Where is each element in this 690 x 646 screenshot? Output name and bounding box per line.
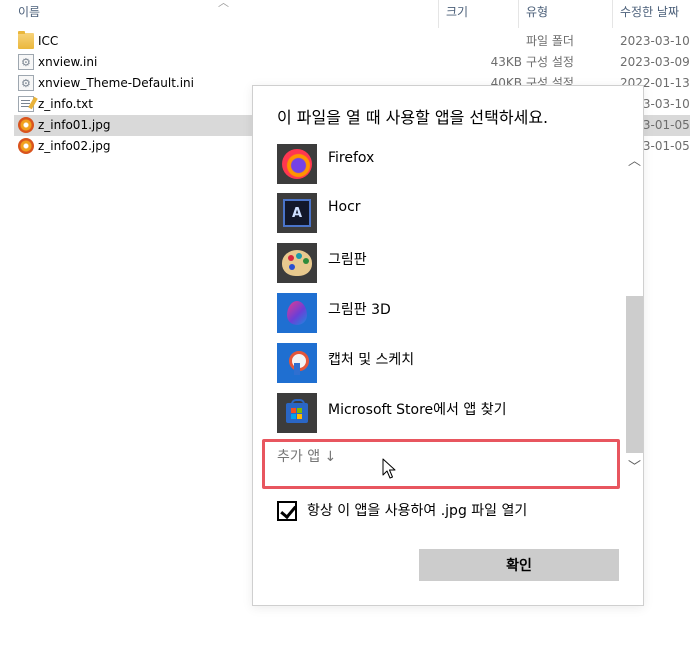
app-item-paint-3d[interactable]: 그림판 3D: [253, 293, 623, 343]
app-item-snip-sketch[interactable]: 캡처 및 스케치: [253, 343, 623, 393]
column-header-size[interactable]: 크기: [446, 0, 468, 28]
app-item-firefox[interactable]: Firefox: [253, 144, 623, 194]
app-item-hocr[interactable]: A Hocr: [253, 193, 623, 243]
paint-icon: [277, 243, 317, 283]
file-date: 2023-03-10: [620, 34, 690, 48]
column-header-date[interactable]: 수정한 날짜: [620, 0, 679, 28]
snip-sketch-icon: [277, 343, 317, 383]
jpg-file-icon: [18, 117, 34, 133]
app-list: Firefox A Hocr 그림판 그림판 3D 캡처 및 스케치 Micro…: [253, 136, 645, 486]
app-item-microsoft-store[interactable]: Microsoft Store에서 앱 찾기: [253, 393, 623, 443]
column-divider[interactable]: [518, 0, 519, 28]
always-use-label: 항상 이 앱을 사용하여 .jpg 파일 열기: [307, 503, 528, 519]
app-label: Microsoft Store에서 앱 찾기: [328, 402, 507, 418]
file-name: ICC: [38, 34, 59, 48]
column-header-type[interactable]: 유형: [526, 0, 548, 28]
file-size: 43KB: [490, 55, 522, 69]
chevron-down-icon[interactable]: ﹀: [625, 459, 644, 477]
app-label: 그림판: [328, 252, 367, 268]
open-with-dialog: 이 파일을 열 때 사용할 앱을 선택하세요. Firefox A Hocr 그…: [252, 85, 644, 606]
ok-button[interactable]: 확인: [419, 549, 619, 581]
column-divider[interactable]: [612, 0, 613, 28]
hocr-icon: A: [277, 193, 317, 233]
column-divider[interactable]: [438, 0, 439, 28]
file-row[interactable]: xnview.ini 43KB 구성 설정 2023-03-09: [14, 52, 690, 73]
sort-ascending-icon: ︿: [218, 0, 229, 9]
file-type: 구성 설정: [526, 55, 574, 69]
jpg-file-icon: [18, 138, 34, 154]
file-name: xnview_Theme-Default.ini: [38, 76, 194, 90]
folder-icon: [18, 31, 34, 49]
app-label: 캡처 및 스케치: [328, 352, 415, 368]
dialog-title: 이 파일을 열 때 사용할 앱을 선택하세요.: [277, 108, 549, 127]
chevron-up-icon[interactable]: ︿: [625, 153, 644, 171]
ini-file-icon: [18, 52, 34, 73]
file-name: z_info01.jpg: [38, 118, 111, 132]
file-name: z_info.txt: [38, 97, 93, 111]
app-label: Hocr: [328, 199, 361, 215]
always-use-checkbox[interactable]: [277, 501, 297, 521]
firefox-icon: [277, 144, 317, 184]
file-name: xnview.ini: [38, 55, 98, 69]
ini-file-icon: [18, 73, 34, 94]
mouse-cursor-icon: [382, 458, 396, 479]
app-label: Firefox: [328, 150, 375, 166]
scrollbar-thumb[interactable]: [626, 296, 643, 453]
file-row[interactable]: ICC 파일 폴더 2023-03-10: [14, 31, 690, 52]
app-label: 그림판 3D: [328, 302, 391, 318]
vertical-scrollbar[interactable]: ︿ ﹀: [625, 141, 644, 481]
text-file-icon: [18, 96, 34, 112]
file-date: 2023-03-09: [620, 55, 690, 69]
microsoft-store-icon: [277, 393, 317, 433]
highlight-annotation: [262, 439, 620, 489]
app-item-paint[interactable]: 그림판: [253, 243, 623, 293]
column-header-name[interactable]: 이름: [18, 0, 40, 28]
paint-3d-icon: [277, 293, 317, 333]
file-type: 파일 폴더: [526, 34, 574, 48]
file-name: z_info02.jpg: [38, 139, 111, 153]
